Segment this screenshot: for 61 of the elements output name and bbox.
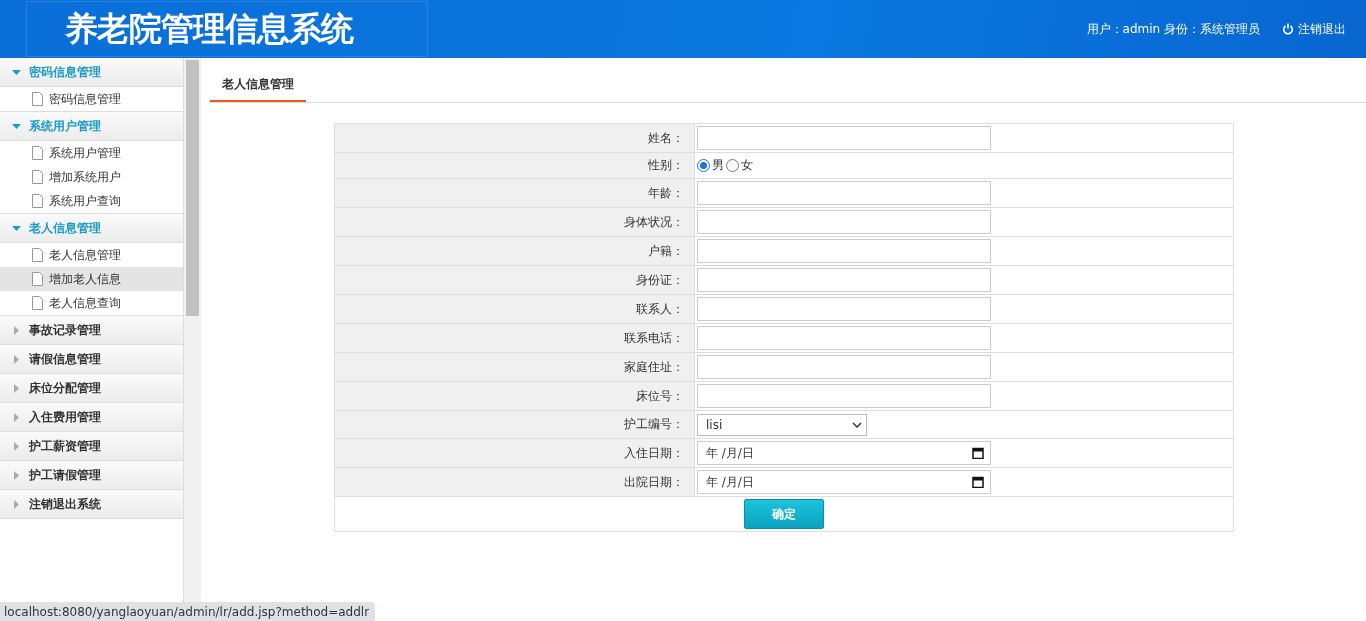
text-input[interactable]: [697, 297, 991, 321]
text-input[interactable]: [697, 210, 991, 234]
radio-label: 男: [712, 157, 724, 174]
chevron-down-icon: [852, 421, 862, 428]
date-field[interactable]: 年 /月/日: [697, 470, 991, 494]
caret-icon: [12, 383, 21, 393]
power-icon: [1282, 23, 1294, 35]
document-icon: [32, 296, 43, 310]
caret-icon: [12, 412, 21, 422]
calendar-icon: [972, 476, 984, 488]
field-label: 家庭住址：: [624, 358, 684, 376]
document-icon: [32, 146, 43, 160]
field-label: 出院日期：: [624, 473, 684, 491]
field-label: 联系人：: [636, 300, 684, 318]
date-field[interactable]: 年 /月/日: [697, 441, 991, 465]
field-label: 姓名：: [648, 129, 684, 147]
field-label: 联系电话：: [624, 329, 684, 347]
select-field[interactable]: lisi: [697, 413, 867, 436]
app-title: 养老院管理信息系统: [26, 1, 428, 57]
field-label: 床位号：: [636, 387, 684, 405]
logout-link[interactable]: 注销退出: [1282, 20, 1346, 38]
document-icon: [32, 92, 43, 106]
caret-icon: [12, 67, 21, 77]
document-icon: [32, 248, 43, 262]
menu-group[interactable]: 事故记录管理: [0, 316, 183, 345]
caret-icon: [12, 325, 21, 335]
field-label: 护工编号：: [624, 416, 684, 433]
menu-group[interactable]: 护工薪资管理: [0, 432, 183, 461]
user-info: 用户：admin 身份：系统管理员: [1086, 20, 1260, 38]
caret-icon: [12, 441, 21, 451]
document-icon: [32, 272, 43, 286]
document-icon: [32, 170, 43, 184]
text-input[interactable]: [697, 355, 991, 379]
menu-item[interactable]: 增加老人信息: [0, 267, 183, 291]
menu-group[interactable]: 入住费用管理: [0, 403, 183, 432]
menu-group[interactable]: 请假信息管理: [0, 345, 183, 374]
field-label: 身体状况：: [624, 213, 684, 231]
text-input[interactable]: [697, 239, 991, 263]
text-input[interactable]: [697, 384, 991, 408]
text-input[interactable]: [697, 326, 991, 350]
caret-icon: [12, 354, 21, 364]
field-label: 性别：: [648, 157, 684, 174]
document-icon: [32, 194, 43, 208]
caret-icon: [12, 470, 21, 480]
radio-label: 女: [741, 157, 753, 174]
text-input[interactable]: [697, 126, 991, 150]
field-label: 年龄：: [648, 184, 684, 202]
text-input[interactable]: [697, 181, 991, 205]
caret-icon: [12, 121, 21, 131]
status-url-tooltip: localhost:8080/yanglaoyuan/admin/lr/add.jsp?method=addlr: [0, 602, 376, 621]
calendar-icon: [972, 447, 984, 459]
text-input[interactable]: [697, 268, 991, 292]
field-label: 户籍：: [648, 242, 684, 260]
menu-group[interactable]: 护工请假管理: [0, 461, 183, 490]
menu-group[interactable]: 注销退出系统: [0, 490, 183, 519]
field-label: 身份证：: [636, 271, 684, 289]
caret-icon: [12, 223, 21, 233]
field-label: 入住日期：: [624, 444, 684, 462]
caret-icon: [12, 499, 21, 509]
tab[interactable]: 老人信息管理: [210, 68, 306, 102]
menu-group[interactable]: 床位分配管理: [0, 374, 183, 403]
